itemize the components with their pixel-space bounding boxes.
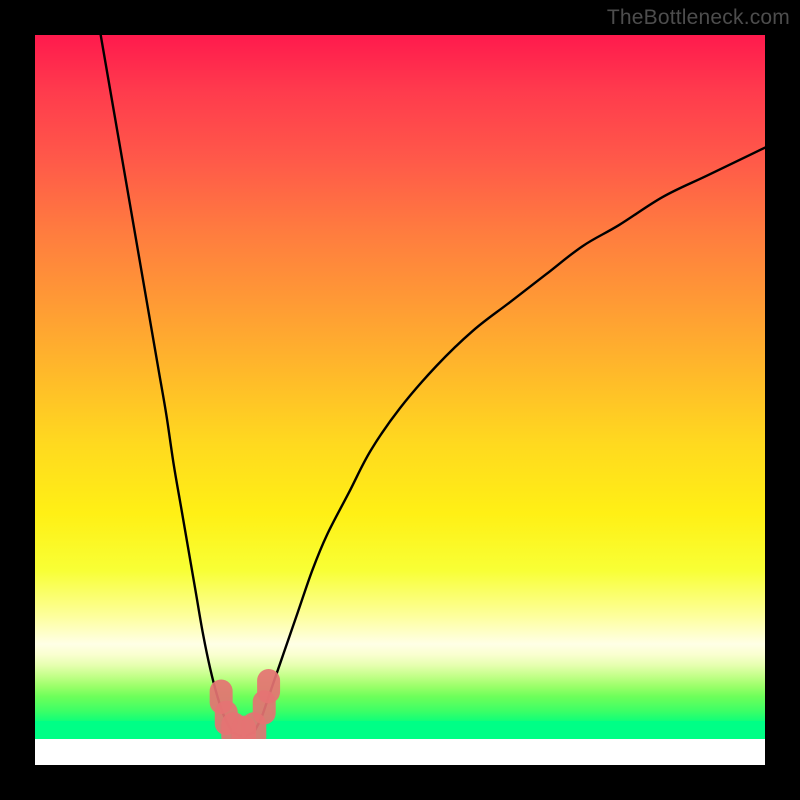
bottleneck-curve	[101, 35, 765, 736]
axis-strip	[35, 739, 765, 765]
chart-frame: TheBottleneck.com	[0, 0, 800, 800]
plot-area	[35, 35, 765, 739]
curve-svg	[35, 35, 765, 739]
marker-point	[257, 669, 280, 703]
plot-card	[35, 35, 765, 765]
watermark-text: TheBottleneck.com	[607, 6, 790, 30]
